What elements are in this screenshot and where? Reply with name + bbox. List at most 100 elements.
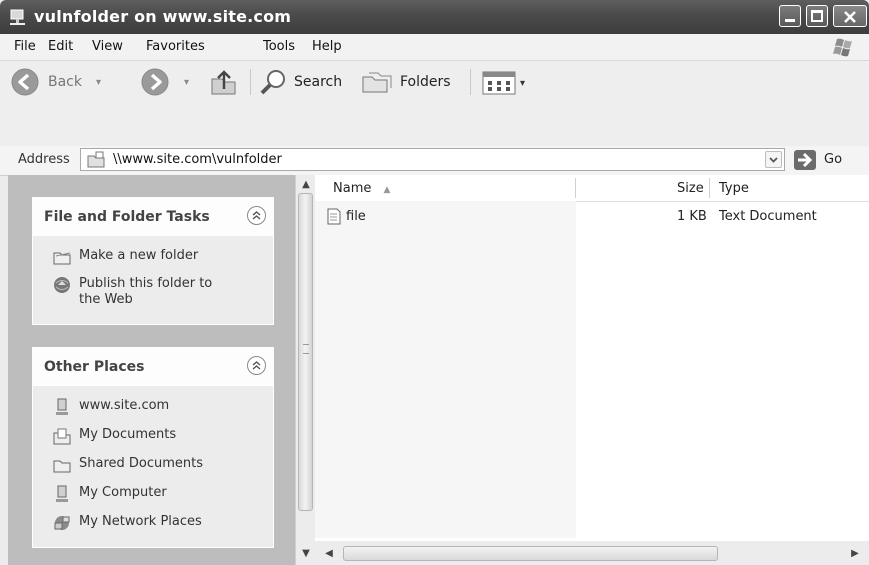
place-label: www.site.com	[79, 398, 170, 413]
file-type: Text Document	[719, 209, 817, 224]
chevron-down-icon	[769, 157, 778, 163]
panel-header[interactable]: Other Places	[32, 347, 274, 385]
text-file-icon	[327, 208, 341, 225]
search-magnifier-icon	[260, 70, 285, 95]
folders-button[interactable]: Folders	[360, 68, 451, 96]
column-separator[interactable]	[575, 178, 576, 198]
search-label: Search	[294, 74, 343, 90]
toolbar-separator	[250, 69, 251, 95]
back-label: Back	[48, 74, 82, 90]
place-label: My Computer	[79, 485, 167, 500]
column-header-row: Name ▲ Size Type	[315, 175, 869, 202]
network-folder-icon	[87, 151, 105, 168]
maximize-icon[interactable]	[806, 5, 828, 27]
task-pane-scrollbar[interactable]: ▲ ▼	[295, 175, 315, 565]
network-server-icon	[56, 398, 68, 415]
column-size[interactable]: Size	[677, 181, 704, 196]
panel-body: Make a new folder Publish this folder to…	[32, 235, 274, 325]
views-dropdown-icon[interactable]: ▾	[520, 78, 525, 89]
sort-ascending-icon: ▲	[383, 185, 391, 195]
explorer-window: vulnfolder on www.site.com File Edit Vie…	[0, 0, 869, 565]
toolbar: Back ▾ ▾ Search Folders ▾	[0, 61, 869, 147]
go-button[interactable]	[794, 150, 816, 170]
folders-icon	[362, 72, 392, 93]
place-label: My Documents	[79, 427, 177, 442]
place-label: My Network Places	[79, 514, 202, 529]
chevron-up-icon	[252, 361, 261, 370]
back-arrow-icon	[11, 68, 39, 96]
network-folder-icon	[10, 9, 25, 25]
close-icon[interactable]	[833, 5, 867, 27]
back-dropdown-icon[interactable]: ▾	[96, 77, 101, 88]
address-value: \\www.site.com\vulnfolder	[113, 152, 282, 167]
menu-file[interactable]: File	[14, 39, 36, 54]
menu-favorites[interactable]: Favorites	[146, 39, 205, 54]
minimize-icon[interactable]	[779, 5, 801, 27]
back-button[interactable]: Back ▾	[10, 67, 101, 97]
task-label: Make a new folder	[79, 248, 199, 263]
column-name[interactable]: Name ▲	[333, 181, 390, 196]
network-places-icon	[54, 516, 70, 530]
sorted-column-highlight	[315, 201, 576, 538]
horizontal-scrollbar[interactable]: ◀ ▶	[315, 541, 869, 565]
task-pane: File and Folder Tasks Make a new folder …	[8, 175, 295, 565]
other-places-panel: Other Places www.site.com My Documents S…	[32, 347, 274, 548]
file-name: file	[346, 209, 366, 224]
address-dropdown-button[interactable]	[765, 151, 782, 168]
go-label[interactable]: Go	[824, 152, 842, 167]
place-my-documents[interactable]: My Documents	[53, 427, 176, 445]
menu-bar: File Edit View Favorites Tools Help	[0, 34, 869, 61]
scroll-up-icon[interactable]: ▲	[298, 177, 314, 192]
my-documents-icon	[53, 428, 71, 445]
address-bar: Address \\www.site.com\vulnfolder Go	[0, 146, 869, 176]
address-input[interactable]: \\www.site.com\vulnfolder	[80, 148, 785, 171]
new-folder-icon	[53, 252, 71, 265]
scrollbar-thumb[interactable]	[343, 546, 718, 561]
place-www-site-com[interactable]: www.site.com	[53, 398, 169, 416]
shared-documents-icon	[53, 460, 71, 473]
scroll-down-icon[interactable]: ▼	[298, 546, 314, 561]
forward-button[interactable]: ▾	[140, 67, 189, 97]
search-button[interactable]: Search	[258, 68, 342, 96]
column-separator[interactable]	[709, 178, 710, 198]
collapse-button[interactable]	[247, 356, 266, 375]
task-label: Publish this folder to	[79, 276, 213, 291]
task-publish-folder[interactable]: Publish this folder to the Web	[53, 276, 212, 308]
up-button[interactable]	[208, 67, 240, 97]
menu-help[interactable]: Help	[312, 39, 342, 54]
place-my-network-places[interactable]: My Network Places	[53, 514, 202, 532]
publish-web-icon	[54, 277, 70, 293]
menu-edit[interactable]: Edit	[48, 39, 73, 54]
toolbar-separator	[470, 69, 471, 95]
file-size: 1 KB	[677, 209, 707, 224]
scroll-right-icon[interactable]: ▶	[847, 546, 863, 561]
up-folder-icon	[211, 70, 236, 95]
menu-view[interactable]: View	[92, 39, 123, 54]
collapse-button[interactable]	[247, 206, 266, 225]
views-icon	[482, 71, 516, 95]
menu-tools[interactable]: Tools	[263, 39, 295, 54]
scrollbar-thumb[interactable]	[298, 193, 313, 511]
chevron-up-icon	[252, 211, 261, 220]
title-bar[interactable]: vulnfolder on www.site.com	[0, 0, 869, 34]
scroll-left-icon[interactable]: ◀	[321, 546, 337, 561]
place-my-computer[interactable]: My Computer	[53, 485, 167, 503]
address-label: Address	[18, 152, 70, 167]
window-title: vulnfolder on www.site.com	[34, 7, 292, 26]
panel-header[interactable]: File and Folder Tasks	[32, 197, 274, 235]
windows-logo-icon	[833, 38, 852, 57]
panel-title: Other Places	[44, 359, 145, 375]
task-label-continued: the Web	[79, 292, 133, 307]
file-folder-tasks-panel: File and Folder Tasks Make a new folder …	[32, 197, 274, 325]
panel-title: File and Folder Tasks	[44, 209, 210, 225]
forward-dropdown-icon[interactable]: ▾	[184, 77, 189, 88]
column-type[interactable]: Type	[719, 181, 749, 196]
panel-body: www.site.com My Documents Shared Documen…	[32, 385, 274, 548]
task-make-new-folder[interactable]: Make a new folder	[53, 248, 198, 266]
forward-arrow-icon	[141, 68, 169, 96]
views-button[interactable]: ▾	[482, 71, 525, 95]
file-list: Name ▲ Size Type file 1 KB Text Document…	[315, 175, 869, 565]
table-row[interactable]: file 1 KB Text Document	[315, 207, 869, 227]
my-computer-icon	[56, 485, 68, 502]
place-shared-documents[interactable]: Shared Documents	[53, 456, 203, 474]
